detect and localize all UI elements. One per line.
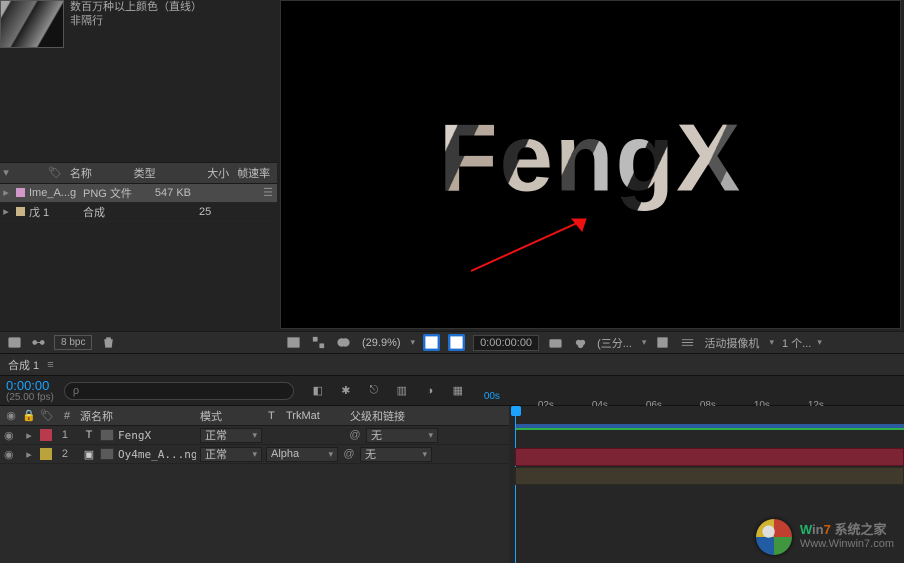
thumb-meta-line1: 数百万种以上颜色（直线） (70, 0, 202, 14)
row-menu-icon[interactable]: ☰ (263, 186, 273, 199)
col-parent[interactable]: 父级和链接 (350, 408, 509, 424)
project-row[interactable]: ▸ 戊 1 合成 25 (0, 203, 277, 222)
viewer-toolbar: (29.9%) ▾ 0:00:00:00 (三分...▾ 活动摄像机▾ 1 个.… (277, 331, 904, 353)
timeline-tab-label[interactable]: 合成 1 (8, 357, 39, 373)
bpc-button[interactable]: 8 bpc (54, 335, 92, 350)
draft3d-toggle-icon[interactable]: ✱ (338, 383, 354, 399)
image-layer-icon: ▣ (82, 448, 96, 461)
asset-type: PNG 文件 (83, 185, 149, 201)
label-swatch[interactable] (16, 207, 25, 216)
pickwhip-icon[interactable]: @ (348, 429, 362, 441)
layer-label-swatch[interactable] (40, 448, 52, 460)
label-col-icon[interactable]: 🏷 (40, 409, 54, 422)
thumb-meta-line2: 非隔行 (70, 14, 202, 28)
text-layer-icon: T (82, 429, 96, 441)
windows-logo-icon (756, 519, 792, 555)
lock-col-icon[interactable]: 🔒 (22, 409, 36, 422)
flowchart-icon[interactable] (30, 335, 46, 351)
col-index[interactable]: # (58, 410, 76, 422)
asset-type: 合成 (83, 204, 149, 220)
watermark: Win7 系统之家 Www.Winwin7.com (756, 519, 894, 555)
layer-label-swatch[interactable] (40, 429, 52, 441)
col-trkmat[interactable]: TrkMat (286, 410, 346, 422)
composited-text: FengX (439, 103, 742, 213)
shy-icon[interactable]: ⎋ (366, 383, 382, 399)
snapshot-icon[interactable] (547, 334, 564, 351)
layer-clip[interactable] (515, 448, 904, 466)
col-source[interactable]: 源名称 (80, 408, 196, 424)
fps-label: (25.00 fps) (0, 392, 60, 403)
project-thumbnail[interactable] (0, 0, 64, 48)
col-name[interactable]: 名称 (66, 165, 130, 181)
viewer-timecode[interactable]: 0:00:00:00 (473, 335, 539, 351)
cached-preview-bar (515, 428, 904, 430)
chevron-down-icon[interactable]: ▾ (411, 337, 416, 348)
layer-name[interactable]: Oy4me_A...ng (118, 448, 196, 461)
col-rate[interactable]: 帧速率 (233, 165, 277, 181)
draft3d-icon[interactable] (310, 334, 327, 351)
trkmat-dropdown[interactable]: Alpha▾ (266, 447, 338, 462)
label-icon: 🏷 (48, 166, 62, 179)
layer-columns-header: ◉ 🔒 🏷 # 源名称 模式 T TrkMat 父级和链接 (0, 406, 509, 426)
current-time[interactable]: 0:00:00 (0, 379, 60, 392)
comp-mini-flow-icon[interactable]: ◧ (310, 383, 326, 399)
motion-blur-icon[interactable]: ◑ (422, 383, 438, 399)
asset-name[interactable]: Ime_A...g (29, 187, 83, 199)
project-row[interactable]: ▸ Ime_A...g PNG 文件 547 KB ☰ (0, 184, 277, 203)
eye-col-icon[interactable]: ◉ (4, 409, 18, 422)
eye-icon[interactable]: ◉ (4, 429, 18, 442)
expand-icon[interactable]: ▸ (22, 429, 36, 442)
col-size[interactable]: 大小 (193, 165, 233, 181)
expand-icon[interactable]: ▸ (22, 448, 36, 461)
eye-icon[interactable]: ◉ (4, 448, 18, 461)
expand-icon[interactable]: ▸ (0, 186, 12, 199)
asset-size: 547 KB (149, 187, 191, 199)
parent-dropdown[interactable]: 无▾ (360, 447, 432, 462)
composition-viewer[interactable]: FengX (280, 0, 901, 329)
zoom-level[interactable]: (29.9%) (362, 337, 401, 349)
watermark-url: Www.Winwin7.com (800, 537, 894, 551)
layer-clip[interactable] (515, 467, 904, 485)
layer-type-box-icon (100, 448, 114, 460)
layer-row[interactable]: ◉ ▸ 1 T FengX 正常▾ @ 无▾ (0, 426, 509, 445)
project-footer: 8 bpc (0, 331, 277, 353)
interpret-icon[interactable] (6, 335, 22, 351)
annotation-arrow (466, 211, 606, 275)
expand-icon[interactable]: ▸ (0, 205, 12, 218)
col-type[interactable]: 类型 (130, 165, 194, 181)
channel-icon[interactable] (572, 334, 589, 351)
layer-name[interactable]: FengX (118, 429, 196, 442)
roi-icon[interactable] (654, 334, 671, 351)
ruler-tick: 00s (484, 391, 500, 402)
views-dropdown[interactable]: 1 个...▾ (782, 335, 822, 351)
asset-rate: 25 (191, 206, 231, 218)
blend-mode-dropdown[interactable]: 正常▾ (200, 447, 262, 462)
layer-index: 1 (56, 429, 68, 441)
label-swatch[interactable] (16, 188, 25, 197)
playhead[interactable] (515, 408, 516, 563)
transparency-grid-icon[interactable] (448, 334, 465, 351)
trash-icon[interactable] (100, 335, 116, 351)
asset-name[interactable]: 戊 1 (29, 204, 83, 220)
project-columns-header[interactable]: ▾ 🏷 名称 类型 大小 帧速率 (0, 162, 277, 184)
layer-row[interactable]: ◉ ▸ 2 ▣ Oy4me_A...ng 正常▾ Alpha▾ @ 无▾ (0, 445, 509, 464)
mask-toggle-icon[interactable] (335, 334, 352, 351)
resolution-auto-icon[interactable] (423, 334, 440, 351)
layer-index: 2 (56, 448, 68, 460)
grid-icon[interactable] (679, 334, 696, 351)
col-mode[interactable]: 模式 (200, 408, 264, 424)
pickwhip-icon[interactable]: @ (342, 448, 356, 460)
search-input[interactable] (64, 382, 294, 400)
graph-editor-icon[interactable]: ▦ (450, 383, 466, 399)
timeline-search[interactable] (64, 382, 294, 400)
panel-menu-icon[interactable]: ≡ (47, 359, 53, 371)
camera-dropdown[interactable]: 活动摄像机▾ (704, 335, 774, 351)
frame-blend-icon[interactable]: ▥ (394, 383, 410, 399)
resolution-dropdown[interactable]: (三分...▾ (597, 335, 646, 351)
alpha-icon[interactable] (285, 334, 302, 351)
col-t[interactable]: T (268, 410, 282, 422)
parent-dropdown[interactable]: 无▾ (366, 428, 438, 443)
layer-type-box-icon (100, 429, 114, 441)
blend-mode-dropdown[interactable]: 正常▾ (200, 428, 262, 443)
